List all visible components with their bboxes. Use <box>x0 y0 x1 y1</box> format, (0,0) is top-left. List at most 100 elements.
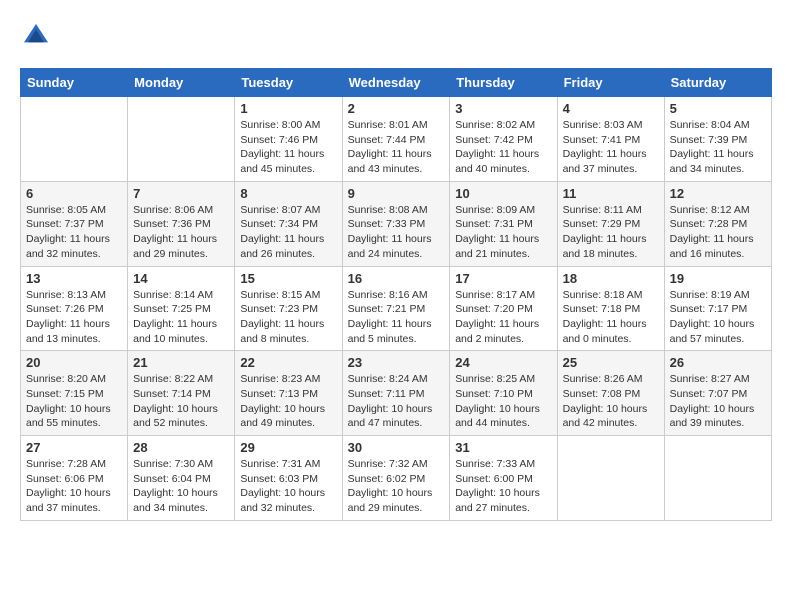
day-info: Sunrise: 8:25 AM Sunset: 7:10 PM Dayligh… <box>455 372 551 431</box>
day-info: Sunrise: 8:06 AM Sunset: 7:36 PM Dayligh… <box>133 203 229 262</box>
day-number: 12 <box>670 186 766 201</box>
day-number: 1 <box>240 101 336 116</box>
day-info: Sunrise: 8:00 AM Sunset: 7:46 PM Dayligh… <box>240 118 336 177</box>
header-sunday: Sunday <box>21 69 128 97</box>
day-info: Sunrise: 8:09 AM Sunset: 7:31 PM Dayligh… <box>455 203 551 262</box>
day-number: 17 <box>455 271 551 286</box>
calendar-cell <box>664 436 771 521</box>
day-number: 15 <box>240 271 336 286</box>
calendar-week-4: 20 Sunrise: 8:20 AM Sunset: 7:15 PM Dayli… <box>21 351 772 436</box>
day-number: 4 <box>563 101 659 116</box>
calendar-cell: 3Sunrise: 8:02 AM Sunset: 7:42 PM Daylig… <box>450 97 557 182</box>
day-info: Sunrise: 8:14 AM Sunset: 7:25 PM Dayligh… <box>133 288 229 347</box>
day-number: 11 <box>563 186 659 201</box>
calendar-cell: 5 Sunrise: 8:04 AM Sunset: 7:39 PM Daylig… <box>664 97 771 182</box>
day-number: 18 <box>563 271 659 286</box>
day-number: 6 <box>26 186 122 201</box>
logo <box>20 20 56 52</box>
day-info: Sunrise: 7:28 AM Sunset: 6:06 PM Dayligh… <box>26 457 122 516</box>
day-number: 2 <box>348 101 445 116</box>
day-number: 25 <box>563 355 659 370</box>
calendar-cell: 29 Sunrise: 7:31 AM Sunset: 6:03 PM Dayli… <box>235 436 342 521</box>
calendar-cell: 2 Sunrise: 8:01 AM Sunset: 7:44 PM Daylig… <box>342 97 450 182</box>
calendar-week-2: 6 Sunrise: 8:05 AM Sunset: 7:37 PM Daylig… <box>21 181 772 266</box>
calendar-cell: 19Sunrise: 8:19 AM Sunset: 7:17 PM Dayli… <box>664 266 771 351</box>
calendar-cell: 12 Sunrise: 8:12 AM Sunset: 7:28 PM Dayli… <box>664 181 771 266</box>
day-info: Sunrise: 8:27 AM Sunset: 7:07 PM Dayligh… <box>670 372 766 431</box>
day-info: Sunrise: 8:07 AM Sunset: 7:34 PM Dayligh… <box>240 203 336 262</box>
day-info: Sunrise: 8:01 AM Sunset: 7:44 PM Dayligh… <box>348 118 445 177</box>
day-info: Sunrise: 8:08 AM Sunset: 7:33 PM Dayligh… <box>348 203 445 262</box>
day-info: Sunrise: 8:17 AM Sunset: 7:20 PM Dayligh… <box>455 288 551 347</box>
calendar-header-row: SundayMondayTuesdayWednesdayThursdayFrid… <box>21 69 772 97</box>
calendar-cell: 11 Sunrise: 8:11 AM Sunset: 7:29 PM Dayli… <box>557 181 664 266</box>
day-number: 27 <box>26 440 122 455</box>
day-number: 24 <box>455 355 551 370</box>
calendar-cell: 20 Sunrise: 8:20 AM Sunset: 7:15 PM Dayli… <box>21 351 128 436</box>
day-number: 13 <box>26 271 122 286</box>
calendar-cell: 4 Sunrise: 8:03 AM Sunset: 7:41 PM Daylig… <box>557 97 664 182</box>
calendar-cell: 16Sunrise: 8:16 AM Sunset: 7:21 PM Dayli… <box>342 266 450 351</box>
day-number: 28 <box>133 440 229 455</box>
calendar-cell <box>557 436 664 521</box>
calendar-cell <box>21 97 128 182</box>
day-number: 14 <box>133 271 229 286</box>
calendar-cell: 8 Sunrise: 8:07 AM Sunset: 7:34 PM Daylig… <box>235 181 342 266</box>
logo-icon <box>20 20 52 52</box>
calendar-cell: 28 Sunrise: 7:30 AM Sunset: 6:04 PM Dayli… <box>128 436 235 521</box>
header-friday: Friday <box>557 69 664 97</box>
day-info: Sunrise: 7:30 AM Sunset: 6:04 PM Dayligh… <box>133 457 229 516</box>
calendar-cell: 17 Sunrise: 8:17 AM Sunset: 7:20 PM Dayli… <box>450 266 557 351</box>
calendar-cell: 9 Sunrise: 8:08 AM Sunset: 7:33 PM Daylig… <box>342 181 450 266</box>
day-info: Sunrise: 8:15 AM Sunset: 7:23 PM Dayligh… <box>240 288 336 347</box>
day-info: Sunrise: 8:13 AM Sunset: 7:26 PM Dayligh… <box>26 288 122 347</box>
day-info: Sunrise: 8:11 AM Sunset: 7:29 PM Dayligh… <box>563 203 659 262</box>
calendar-table: SundayMondayTuesdayWednesdayThursdayFrid… <box>20 68 772 521</box>
calendar-cell: 23Sunrise: 8:24 AM Sunset: 7:11 PM Dayli… <box>342 351 450 436</box>
header-wednesday: Wednesday <box>342 69 450 97</box>
page-header <box>20 20 772 52</box>
day-info: Sunrise: 8:05 AM Sunset: 7:37 PM Dayligh… <box>26 203 122 262</box>
calendar-cell <box>128 97 235 182</box>
calendar-cell: 7 Sunrise: 8:06 AM Sunset: 7:36 PM Daylig… <box>128 181 235 266</box>
calendar-cell: 22Sunrise: 8:23 AM Sunset: 7:13 PM Dayli… <box>235 351 342 436</box>
day-number: 21 <box>133 355 229 370</box>
day-info: Sunrise: 8:24 AM Sunset: 7:11 PM Dayligh… <box>348 372 445 431</box>
calendar-week-3: 13 Sunrise: 8:13 AM Sunset: 7:26 PM Dayli… <box>21 266 772 351</box>
calendar-cell: 6 Sunrise: 8:05 AM Sunset: 7:37 PM Daylig… <box>21 181 128 266</box>
day-number: 5 <box>670 101 766 116</box>
day-number: 9 <box>348 186 445 201</box>
day-number: 30 <box>348 440 445 455</box>
day-number: 8 <box>240 186 336 201</box>
day-number: 10 <box>455 186 551 201</box>
day-number: 29 <box>240 440 336 455</box>
header-saturday: Saturday <box>664 69 771 97</box>
day-info: Sunrise: 8:19 AM Sunset: 7:17 PM Dayligh… <box>670 288 766 347</box>
day-number: 7 <box>133 186 229 201</box>
day-number: 20 <box>26 355 122 370</box>
calendar-cell: 15 Sunrise: 8:15 AM Sunset: 7:23 PM Dayli… <box>235 266 342 351</box>
day-info: Sunrise: 8:04 AM Sunset: 7:39 PM Dayligh… <box>670 118 766 177</box>
calendar-cell: 1 Sunrise: 8:00 AM Sunset: 7:46 PM Daylig… <box>235 97 342 182</box>
day-info: Sunrise: 8:12 AM Sunset: 7:28 PM Dayligh… <box>670 203 766 262</box>
calendar-cell: 24 Sunrise: 8:25 AM Sunset: 7:10 PM Dayli… <box>450 351 557 436</box>
calendar-cell: 27 Sunrise: 7:28 AM Sunset: 6:06 PM Dayli… <box>21 436 128 521</box>
day-info: Sunrise: 8:22 AM Sunset: 7:14 PM Dayligh… <box>133 372 229 431</box>
calendar-cell: 10 Sunrise: 8:09 AM Sunset: 7:31 PM Dayli… <box>450 181 557 266</box>
day-info: Sunrise: 7:31 AM Sunset: 6:03 PM Dayligh… <box>240 457 336 516</box>
calendar-cell: 26 Sunrise: 8:27 AM Sunset: 7:07 PM Dayli… <box>664 351 771 436</box>
day-info: Sunrise: 7:33 AM Sunset: 6:00 PM Dayligh… <box>455 457 551 516</box>
calendar-cell: 30 Sunrise: 7:32 AM Sunset: 6:02 PM Dayli… <box>342 436 450 521</box>
day-info: Sunrise: 8:18 AM Sunset: 7:18 PM Dayligh… <box>563 288 659 347</box>
day-number: 26 <box>670 355 766 370</box>
calendar-cell: 14 Sunrise: 8:14 AM Sunset: 7:25 PM Dayli… <box>128 266 235 351</box>
day-info: Sunrise: 7:32 AM Sunset: 6:02 PM Dayligh… <box>348 457 445 516</box>
calendar-cell: 18 Sunrise: 8:18 AM Sunset: 7:18 PM Dayli… <box>557 266 664 351</box>
day-info: Sunrise: 8:03 AM Sunset: 7:41 PM Dayligh… <box>563 118 659 177</box>
header-tuesday: Tuesday <box>235 69 342 97</box>
day-info: Sunrise: 8:02 AM Sunset: 7:42 PM Dayligh… <box>455 118 551 177</box>
header-thursday: Thursday <box>450 69 557 97</box>
day-info: Sunrise: 8:20 AM Sunset: 7:15 PM Dayligh… <box>26 372 122 431</box>
day-number: 22 <box>240 355 336 370</box>
day-info: Sunrise: 8:16 AM Sunset: 7:21 PM Dayligh… <box>348 288 445 347</box>
